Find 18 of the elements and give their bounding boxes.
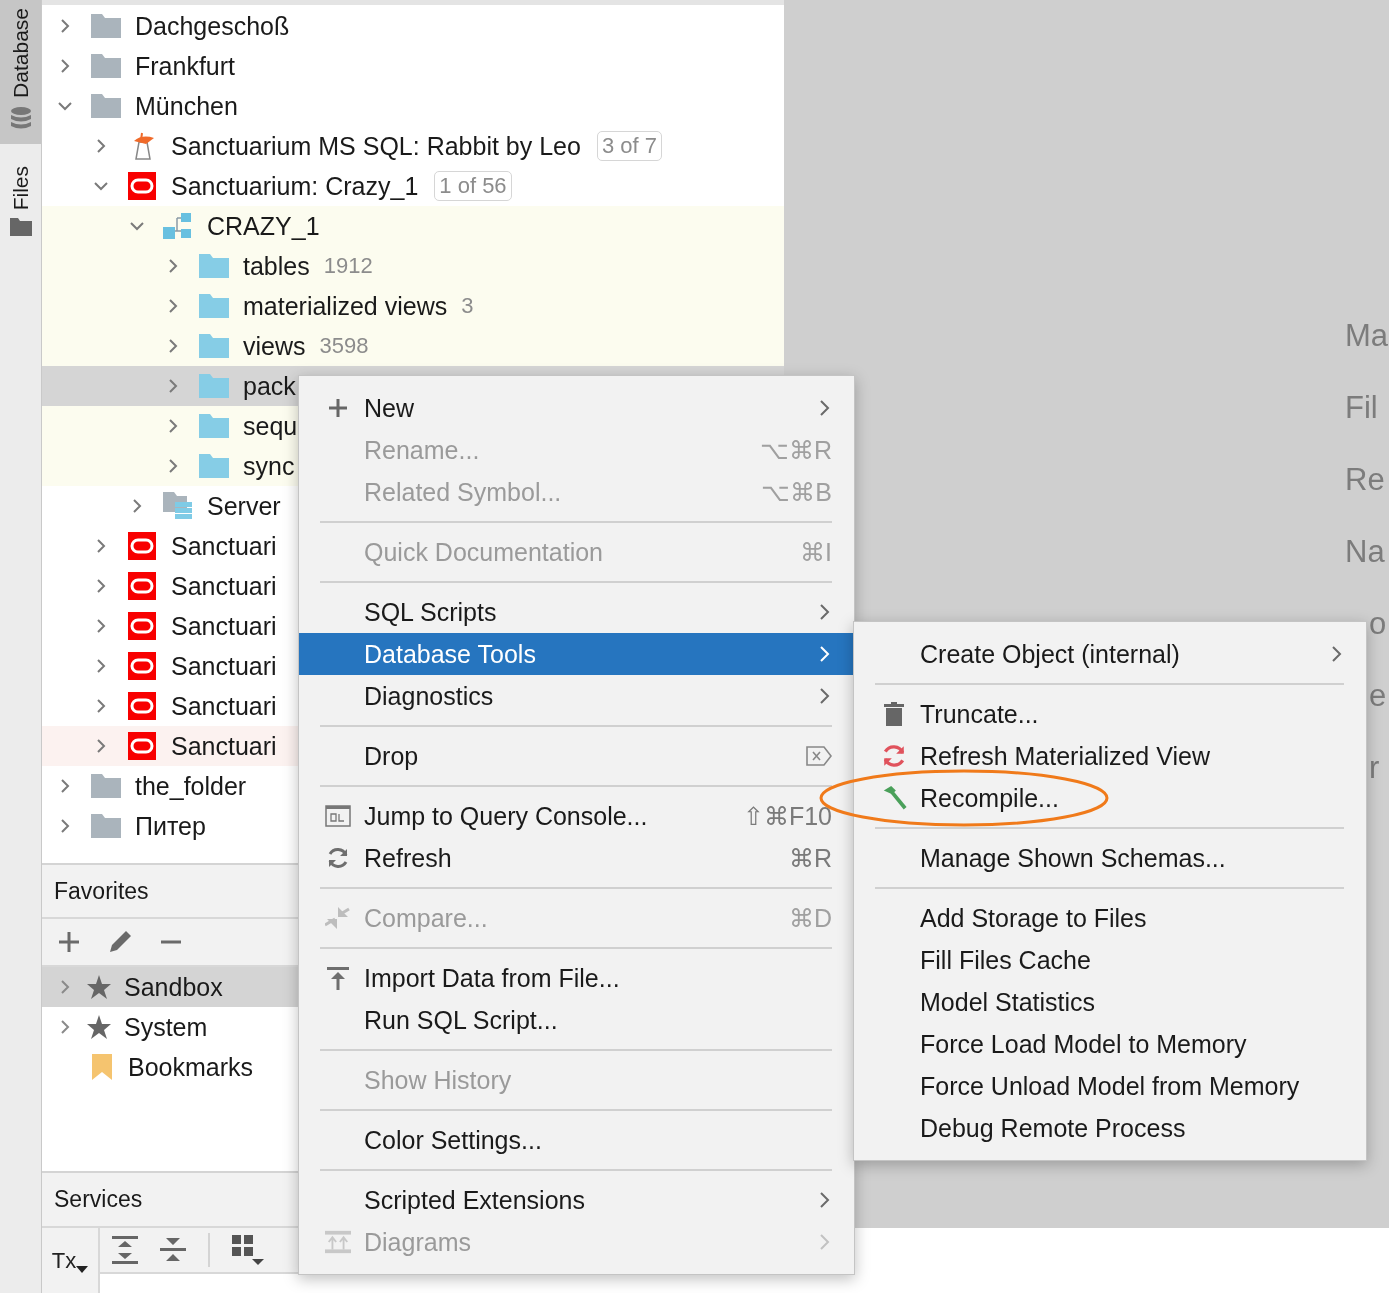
hint-text: Fil	[1345, 389, 1379, 427]
hint-text: Ma	[1345, 317, 1389, 355]
hint-text: Re	[1345, 461, 1386, 499]
hint-text: r	[1368, 749, 1381, 787]
hint-text: e	[1368, 677, 1388, 715]
shortcut-label: ⌥⌘R	[759, 435, 832, 465]
schema-count-badge: 1 of 56	[434, 171, 512, 201]
shortcut-label: ⇧⌘F10	[742, 801, 832, 831]
shortcut-label: ⌘R	[788, 843, 832, 873]
hint-text: Na	[1345, 533, 1386, 571]
item-count: 3598	[319, 333, 369, 359]
shortcut-label: ⌥⌘B	[761, 477, 832, 507]
shortcut-label: ⌘I	[800, 537, 832, 567]
item-count: 1912	[323, 253, 373, 279]
item-count: 3	[461, 293, 474, 319]
hint-text: o	[1368, 605, 1388, 643]
shortcut-label: ⌘D	[788, 903, 832, 933]
schema-count-badge: 3 of 7	[596, 131, 662, 161]
